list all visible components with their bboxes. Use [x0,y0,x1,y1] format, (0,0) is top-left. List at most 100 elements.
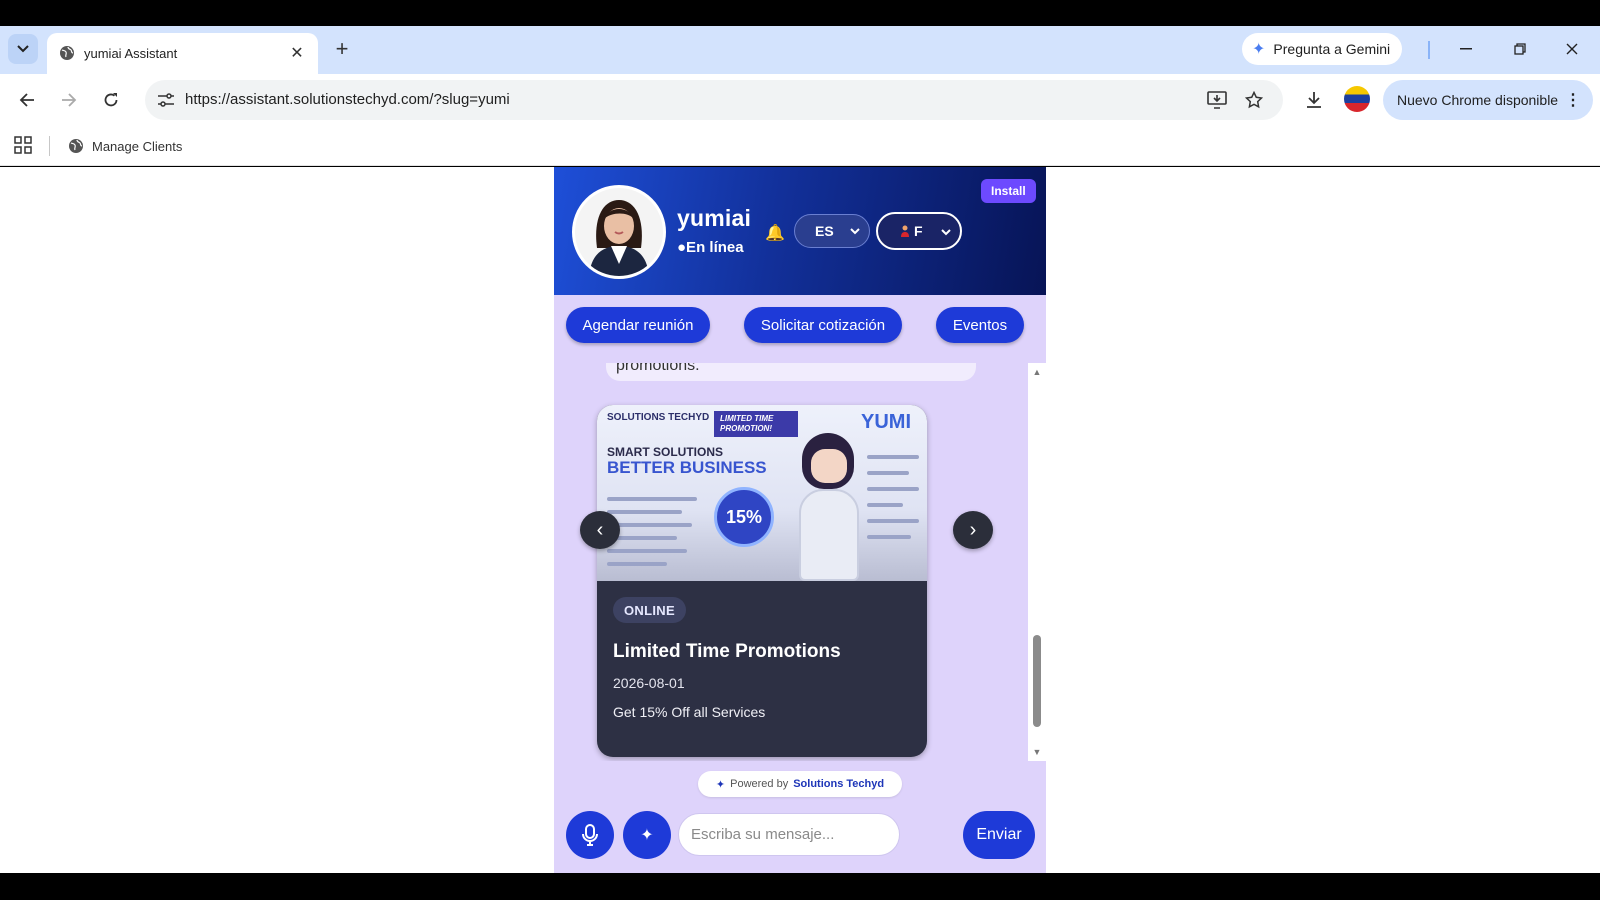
close-window-button[interactable] [1552,34,1592,64]
tab-title: yumiai Assistant [84,46,178,61]
reload-icon [104,93,118,107]
promo-headline-2: BETTER BUSINESS [607,458,767,477]
bookmark-label: Manage Clients [92,138,183,154]
tune-icon [158,93,174,107]
install-app-button[interactable] [1205,88,1229,112]
promo-image: SOLUTIONS TECHYD LIMITED TIME PROMOTION!… [597,405,927,581]
schedule-meeting-button[interactable]: Agendar reunión [566,307,710,343]
chrome-update-button[interactable]: Nuevo Chrome disponible ⋮ [1383,80,1593,120]
request-quote-button[interactable]: Solicitar cotización [744,307,902,343]
scroll-down-icon[interactable]: ▼ [1032,747,1042,757]
language-value: ES [815,223,834,239]
promo-badge: LIMITED TIME PROMOTION! [714,411,798,437]
carousel-next-button[interactable]: › [953,511,993,549]
carousel-prev-button[interactable]: ‹ [580,511,620,549]
browser-tab-active[interactable]: yumiai Assistant ✕ [47,33,318,74]
gemini-label: Pregunta a Gemini [1273,41,1391,57]
bookmarks-divider [49,136,50,156]
widget-header: yumiai ●En línea 🔔 ES F Install [554,167,1046,295]
powered-brand: Solutions Techyd [793,778,885,790]
chevron-down-icon [17,45,29,53]
microphone-icon [582,824,598,846]
assistant-portrait [575,188,663,276]
scrollbar-thumb[interactable] [1033,635,1041,727]
downloads-button[interactable] [1300,86,1328,114]
promo-mascot-name: YUMI [861,411,911,433]
person-icon [901,225,909,237]
arrow-right-icon [62,93,77,107]
assistant-name: yumiai [677,205,752,231]
promo-feature-list [607,497,707,575]
star-icon [1245,91,1263,109]
previous-message-text: promotions. [616,363,700,374]
install-desktop-icon [1207,91,1227,109]
event-card[interactable]: SOLUTIONS TECHYD LIMITED TIME PROMOTION!… [597,405,927,757]
profile-avatar[interactable] [1344,86,1370,112]
chat-messages: promotions. SOLUTIONS TECHYD LIMITED TIM… [554,363,1034,761]
event-date: 2026-08-01 [613,675,685,691]
kebab-menu-icon[interactable]: ⋮ [1565,90,1581,110]
close-icon[interactable]: ✕ [286,42,308,64]
promo-discount-seal: 15% [714,487,774,547]
globe-icon [60,46,74,60]
chevron-left-icon: ‹ [596,518,604,541]
screen-bottom-bar [0,873,1600,900]
minimize-button[interactable] [1446,34,1486,64]
chat-scrollbar[interactable]: ▲ ▼ [1028,363,1046,761]
apps-grid-icon[interactable] [14,136,32,154]
install-button[interactable]: Install [981,179,1036,203]
voice-select[interactable]: F [876,212,962,250]
promo-side-list [867,455,919,551]
bell-icon[interactable]: 🔔 [765,223,785,243]
download-icon [1307,92,1321,108]
microphone-button[interactable] [566,811,614,859]
promo-brand: SOLUTIONS TECHYD [607,412,710,423]
gemini-sparkle-icon: ✦ [1252,41,1266,58]
restore-button[interactable] [1500,34,1540,64]
event-type-badge: ONLINE [613,597,686,623]
powered-by-badge[interactable]: ✦ Powered by Solutions Techyd [698,771,902,797]
screen-top-bar [0,0,1600,26]
scroll-up-icon[interactable]: ▲ [1032,367,1042,377]
tab-search-button[interactable] [8,34,38,64]
message-composer: ✦ Enviar [554,807,1046,873]
new-tab-button[interactable]: + [330,36,354,61]
page-content: yumiai ●En línea 🔔 ES F Install Agendar … [0,167,1600,873]
gemini-button[interactable]: ✦ Pregunta a Gemini [1242,33,1403,65]
globe-icon [69,139,83,153]
restore-icon [1514,43,1526,55]
mascot-body [799,489,859,581]
previous-message-bubble: promotions. [606,363,976,381]
promo-headline-1: SMART SOLUTIONS [607,445,723,459]
back-button[interactable] [13,86,41,114]
reload-button[interactable] [97,86,125,114]
url-text: https://assistant.solutionstechyd.com/?s… [185,91,510,108]
voice-value: F [914,223,923,239]
ai-suggest-button[interactable]: ✦ [623,811,671,859]
minimize-icon [1460,48,1472,50]
online-status: ●En línea [677,239,744,256]
bookmark-star-button[interactable] [1242,88,1266,112]
tabstrip-divider [1428,41,1430,59]
mascot-face [811,449,847,483]
browser-toolbar: https://assistant.solutionstechyd.com/?s… [0,74,1600,126]
message-input[interactable] [678,813,900,856]
sparkle-icon: ✦ [715,778,726,791]
event-title: Limited Time Promotions [613,641,841,662]
site-info-button[interactable] [153,87,179,113]
update-label: Nuevo Chrome disponible [1397,92,1559,108]
language-select[interactable]: ES [794,214,870,248]
address-bar[interactable]: https://assistant.solutionstechyd.com/?s… [145,80,1283,120]
bookmark-manage-clients[interactable]: Manage Clients [68,135,182,157]
event-description: Get 15% Off all Services [613,704,766,720]
chevron-down-icon [850,228,860,235]
events-button[interactable]: Eventos [936,307,1024,343]
browser-tab-strip: yumiai Assistant ✕ + ✦ Pregunta a Gemini [0,26,1600,74]
powered-prefix: Powered by [730,778,789,790]
chevron-down-icon [941,229,951,236]
forward-button[interactable] [55,86,83,114]
send-button[interactable]: Enviar [963,811,1035,859]
chat-widget: yumiai ●En línea 🔔 ES F Install Agendar … [554,167,1046,873]
bookmarks-bar: Manage Clients [0,126,1600,166]
chevron-right-icon: › [969,518,977,541]
